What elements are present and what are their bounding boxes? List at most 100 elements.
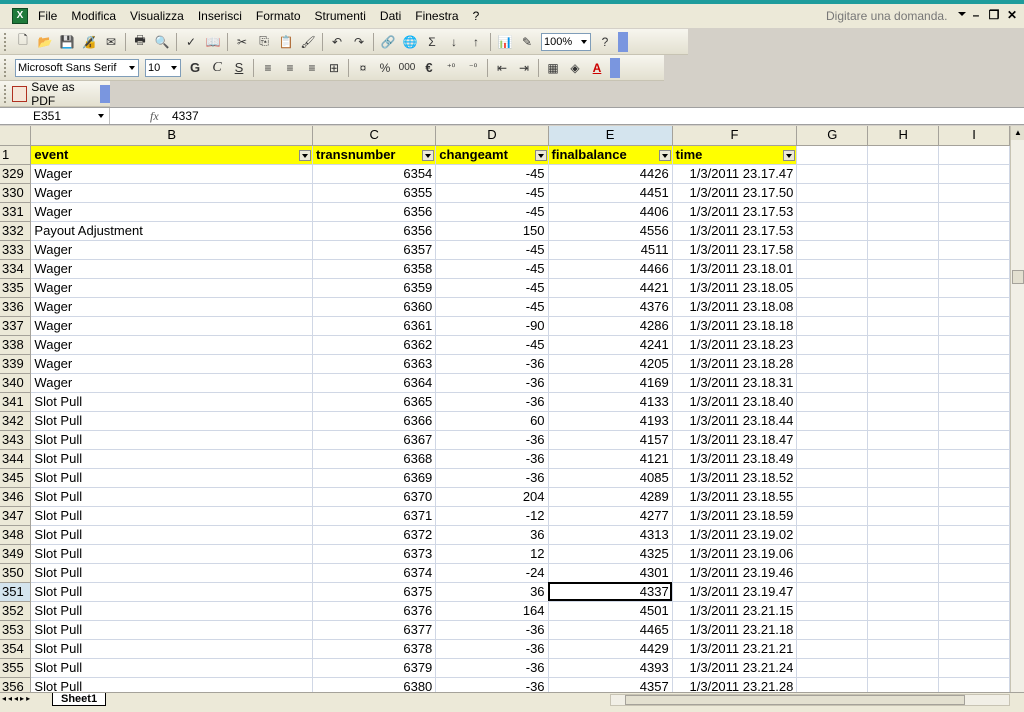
excel-app-icon[interactable]: X xyxy=(12,8,28,24)
cell-event[interactable]: Wager xyxy=(30,202,314,222)
cell-trans[interactable]: 6370 xyxy=(312,487,437,507)
row-header[interactable]: 339 xyxy=(0,354,32,374)
empty-cell[interactable] xyxy=(938,525,1010,545)
row-header[interactable]: 354 xyxy=(0,639,32,659)
autofilter-dropdown-icon[interactable] xyxy=(783,149,796,161)
row-header[interactable]: 353 xyxy=(0,620,32,640)
name-box[interactable]: E351 xyxy=(0,108,110,124)
font-size-select[interactable]: 10 xyxy=(145,58,181,77)
toolbar-grip[interactable] xyxy=(4,32,8,51)
row-header[interactable]: 338 xyxy=(0,335,32,355)
menu-item-inserisci[interactable]: Inserisci xyxy=(192,4,250,28)
cell-change[interactable]: -45 xyxy=(435,202,549,222)
cell-time[interactable]: 1/3/2011 23.18.40 xyxy=(672,392,798,412)
cell-event[interactable]: Slot Pull xyxy=(30,468,314,488)
open-icon[interactable]: 📂 xyxy=(35,32,55,52)
cell-change[interactable]: 164 xyxy=(435,601,549,621)
cell-balance[interactable]: 4205 xyxy=(548,354,673,374)
menu-item-dati[interactable]: Dati xyxy=(374,4,409,28)
empty-cell[interactable] xyxy=(938,506,1010,526)
hyperlink-icon[interactable]: 🔗 xyxy=(378,32,398,52)
autofilter-dropdown-icon[interactable] xyxy=(534,149,547,161)
empty-cell[interactable] xyxy=(938,278,1010,298)
insert-function-icon[interactable]: fx xyxy=(150,108,159,124)
empty-cell[interactable] xyxy=(867,145,940,165)
empty-cell[interactable] xyxy=(938,449,1010,469)
empty-cell[interactable] xyxy=(796,316,869,336)
empty-cell[interactable] xyxy=(796,335,869,355)
cell-time[interactable]: 1/3/2011 23.18.52 xyxy=(672,468,798,488)
cell-event[interactable]: Wager xyxy=(30,278,314,298)
cell-balance[interactable]: 4465 xyxy=(548,620,673,640)
cell-trans[interactable]: 6354 xyxy=(312,164,437,184)
toolbar-grip[interactable] xyxy=(4,84,8,103)
cell-change[interactable]: -12 xyxy=(435,506,549,526)
empty-cell[interactable] xyxy=(796,582,869,602)
cell-change[interactable]: -36 xyxy=(435,392,549,412)
empty-cell[interactable] xyxy=(938,373,1010,393)
empty-cell[interactable] xyxy=(796,620,869,640)
zoom-select[interactable]: 100% xyxy=(541,32,591,51)
save-as-pdf-button[interactable]: Save as PDF xyxy=(11,80,99,108)
cell-time[interactable]: 1/3/2011 23.21.24 xyxy=(672,658,798,678)
cell-change[interactable]: -45 xyxy=(435,183,549,203)
row-header[interactable]: 341 xyxy=(0,392,32,412)
row-header[interactable]: 337 xyxy=(0,316,32,336)
empty-cell[interactable] xyxy=(796,240,869,260)
cell-event[interactable]: Slot Pull xyxy=(30,639,314,659)
row-header[interactable]: 329 xyxy=(0,164,32,184)
cell-trans[interactable]: 6363 xyxy=(312,354,437,374)
cell-trans[interactable]: 6372 xyxy=(312,525,437,545)
thousands-separator-button[interactable]: 000 xyxy=(397,58,417,78)
menu-item-file[interactable]: File xyxy=(32,4,65,28)
cell-balance[interactable]: 4376 xyxy=(548,297,673,317)
cell-change[interactable]: -45 xyxy=(435,278,549,298)
cell-trans[interactable]: 6359 xyxy=(312,278,437,298)
cell-trans[interactable]: 6379 xyxy=(312,658,437,678)
empty-cell[interactable] xyxy=(867,221,940,241)
empty-cell[interactable] xyxy=(938,145,1010,165)
cell-trans[interactable]: 6361 xyxy=(312,316,437,336)
menu-item-help[interactable]: ? xyxy=(467,4,488,28)
empty-cell[interactable] xyxy=(938,221,1010,241)
cell-balance[interactable]: 4241 xyxy=(548,335,673,355)
minimize-icon[interactable]: – xyxy=(970,8,982,22)
cell-trans[interactable]: 6358 xyxy=(312,259,437,279)
cell-time[interactable]: 1/3/2011 23.21.28 xyxy=(672,677,798,692)
bold-button[interactable]: G xyxy=(185,58,205,78)
cell-trans[interactable]: 6374 xyxy=(312,563,437,583)
row-header[interactable]: 332 xyxy=(0,221,32,241)
align-right-icon[interactable]: ≡ xyxy=(302,58,322,78)
cell-trans[interactable]: 6356 xyxy=(312,221,437,241)
cell-balance[interactable]: 4357 xyxy=(548,677,673,692)
empty-cell[interactable] xyxy=(796,354,869,374)
cell-time[interactable]: 1/3/2011 23.18.08 xyxy=(672,297,798,317)
vertical-scrollbar[interactable]: ▲ xyxy=(1010,126,1024,692)
cell-time[interactable]: 1/3/2011 23.21.15 xyxy=(672,601,798,621)
menu-item-finestra[interactable]: Finestra xyxy=(409,4,466,28)
column-header-f[interactable]: F xyxy=(672,126,798,146)
empty-cell[interactable] xyxy=(867,354,940,374)
redo-icon[interactable]: ↷ xyxy=(349,32,369,52)
cell-change[interactable]: -36 xyxy=(435,620,549,640)
cell-trans[interactable]: 6373 xyxy=(312,544,437,564)
empty-cell[interactable] xyxy=(938,164,1010,184)
column-header-b[interactable]: B xyxy=(30,126,314,146)
row-header[interactable]: 335 xyxy=(0,278,32,298)
cell-change[interactable]: -36 xyxy=(435,354,549,374)
cell-event[interactable]: Slot Pull xyxy=(30,658,314,678)
row-header[interactable]: 346 xyxy=(0,487,32,507)
empty-cell[interactable] xyxy=(867,183,940,203)
empty-cell[interactable] xyxy=(867,601,940,621)
row-header[interactable]: 343 xyxy=(0,430,32,450)
empty-cell[interactable] xyxy=(796,221,869,241)
cell-trans[interactable]: 6376 xyxy=(312,601,437,621)
toolbar-options-chevron-icon[interactable] xyxy=(610,57,620,78)
cell-time[interactable]: 1/3/2011 23.19.47 xyxy=(672,582,798,602)
empty-cell[interactable] xyxy=(867,487,940,507)
new-icon[interactable]: 🗋 xyxy=(13,32,33,52)
horizontal-scroll-thumb[interactable] xyxy=(625,695,965,705)
cell-balance[interactable]: 4429 xyxy=(548,639,673,659)
ask-dropdown-arrow-icon[interactable] xyxy=(958,12,966,16)
empty-cell[interactable] xyxy=(867,639,940,659)
